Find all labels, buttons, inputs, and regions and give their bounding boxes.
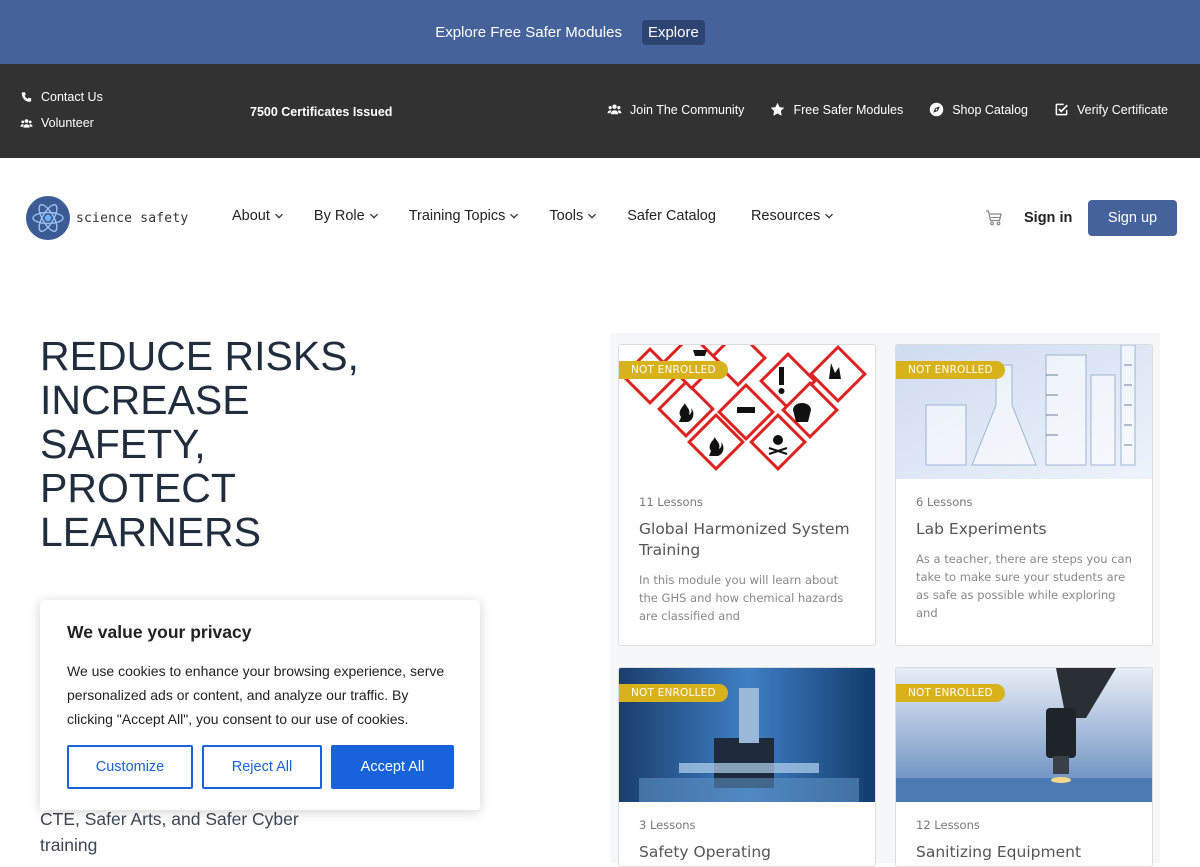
course-title[interactable]: Sanitizing Equipment bbox=[916, 842, 1132, 863]
nav-item-label: Tools bbox=[549, 208, 584, 224]
chevron-down-icon bbox=[825, 213, 834, 219]
ghs-hazard-image: NOT ENROLLED bbox=[619, 345, 875, 479]
course-title[interactable]: Safety Operating Procedures bbox=[639, 842, 855, 866]
cart-icon[interactable] bbox=[985, 209, 1003, 227]
enrollment-badge: NOT ENROLLED bbox=[896, 361, 1005, 379]
phone-icon bbox=[21, 91, 32, 102]
promo-text: Explore Free Safer Modules bbox=[435, 23, 622, 41]
sign-up-button[interactable]: Sign up bbox=[1088, 200, 1177, 236]
nav-item-label: By Role bbox=[313, 208, 365, 224]
nav-item-label: Resources bbox=[750, 208, 821, 224]
course-title[interactable]: Global Harmonized System Training bbox=[639, 519, 855, 561]
hero-title: REDUCE RISKS, INCREASE SAFETY, PROTECT L… bbox=[40, 333, 359, 555]
reject-all-button[interactable]: Reject All bbox=[202, 745, 322, 789]
lab-machine-image: NOT ENROLLED bbox=[619, 668, 875, 802]
cookie-text: We use cookies to enhance your browsing … bbox=[67, 663, 445, 727]
verify-certificate-link[interactable]: Verify Certificate bbox=[1054, 102, 1168, 117]
utility-bar: Contact Us Volunteer 7500 Certificates I… bbox=[0, 64, 1200, 158]
main-nav: science safety About By Role Training To… bbox=[0, 158, 1200, 278]
hero-subtitle: CTE, Safer Arts, and Safer Cyber trainin… bbox=[40, 809, 299, 855]
site-logo[interactable]: science safety bbox=[26, 196, 188, 240]
chevron-down-icon bbox=[369, 213, 378, 219]
microscope-image: NOT ENROLLED bbox=[896, 668, 1152, 802]
contact-us-link[interactable]: Contact Us bbox=[20, 90, 103, 104]
chevron-down-icon bbox=[274, 213, 283, 219]
join-community-label: Join The Community bbox=[630, 102, 745, 117]
chevron-down-icon bbox=[588, 213, 597, 219]
join-community-link[interactable]: Join The Community bbox=[607, 102, 744, 117]
cookie-title: We value your privacy bbox=[67, 622, 252, 642]
customize-button[interactable]: Customize bbox=[67, 745, 193, 789]
course-card[interactable]: NOT ENROLLED 11 Lessons Global Harmonize… bbox=[618, 344, 876, 646]
nav-item-label: Training Topics bbox=[408, 208, 506, 224]
nav-item-about[interactable]: About bbox=[232, 208, 284, 224]
enrollment-badge: NOT ENROLLED bbox=[619, 361, 728, 379]
sign-in-link[interactable]: Sign in bbox=[1024, 210, 1072, 226]
enrollment-badge: NOT ENROLLED bbox=[896, 684, 1005, 702]
nav-item-label: Safer Catalog bbox=[627, 208, 716, 224]
verify-certificate-label: Verify Certificate bbox=[1076, 102, 1168, 117]
cookie-buttons: Customize Reject All Accept All bbox=[67, 745, 454, 789]
nav-item-by-role[interactable]: By Role bbox=[314, 208, 379, 224]
lesson-count: 3 Lessons bbox=[639, 818, 696, 832]
nav-item-resources[interactable]: Resources bbox=[751, 208, 834, 224]
nav-item-training-topics[interactable]: Training Topics bbox=[409, 208, 520, 224]
check-square-icon bbox=[1055, 103, 1068, 116]
promo-bar: Explore Free Safer Modules Explore bbox=[0, 0, 1200, 64]
free-safer-modules-label: Free Safer Modules bbox=[793, 102, 904, 117]
users-icon bbox=[20, 118, 33, 128]
compass-icon bbox=[929, 102, 944, 117]
shop-catalog-label: Shop Catalog bbox=[952, 102, 1028, 117]
free-safer-modules-link[interactable]: Free Safer Modules bbox=[770, 102, 903, 117]
enrollment-badge: NOT ENROLLED bbox=[619, 684, 728, 702]
course-title[interactable]: Lab Experiments bbox=[916, 519, 1132, 540]
shop-catalog-link[interactable]: Shop Catalog bbox=[929, 102, 1028, 117]
utility-left: Contact Us Volunteer bbox=[20, 90, 103, 130]
lesson-count: 6 Lessons bbox=[916, 495, 973, 509]
utility-right: Join The Community Free Safer Modules Sh… bbox=[607, 102, 1168, 117]
users-icon bbox=[607, 104, 622, 115]
volunteer-link[interactable]: Volunteer bbox=[20, 116, 103, 130]
certificates-issued: 7500 Certificates Issued bbox=[250, 105, 393, 119]
logo-text: science safety bbox=[76, 210, 189, 226]
nav-item-label: About bbox=[232, 208, 270, 224]
explore-button[interactable]: Explore bbox=[641, 19, 705, 45]
course-card[interactable]: NOT ENROLLED 3 Lessons Safety Operating … bbox=[618, 667, 876, 867]
course-card[interactable]: NOT ENROLLED 12 Lessons Sanitizing Equip… bbox=[895, 667, 1153, 867]
course-card[interactable]: NOT ENROLLED 6 Lessons Lab Experiments A… bbox=[895, 344, 1153, 646]
atom-icon bbox=[26, 196, 70, 240]
accept-all-button[interactable]: Accept All bbox=[331, 745, 454, 789]
course-description: As a teacher, there are steps you can ta… bbox=[916, 552, 1132, 620]
contact-us-label: Contact Us bbox=[41, 90, 103, 104]
lesson-count: 11 Lessons bbox=[639, 495, 703, 509]
lesson-count: 12 Lessons bbox=[916, 818, 980, 832]
star-icon bbox=[771, 102, 785, 116]
course-grid: NOT ENROLLED 11 Lessons Global Harmonize… bbox=[610, 333, 1160, 867]
cookie-consent-dialog: We value your privacy We use cookies to … bbox=[40, 600, 480, 810]
lab-glassware-image: NOT ENROLLED bbox=[896, 345, 1152, 479]
nav-item-tools[interactable]: Tools bbox=[549, 208, 597, 224]
chevron-down-icon bbox=[510, 213, 519, 219]
volunteer-label: Volunteer bbox=[41, 116, 94, 130]
nav-menu: About By Role Training Topics Tools Safe… bbox=[232, 208, 864, 224]
course-description: In this module you will learn about the … bbox=[639, 573, 844, 623]
nav-item-safer-catalog[interactable]: Safer Catalog bbox=[627, 208, 716, 224]
